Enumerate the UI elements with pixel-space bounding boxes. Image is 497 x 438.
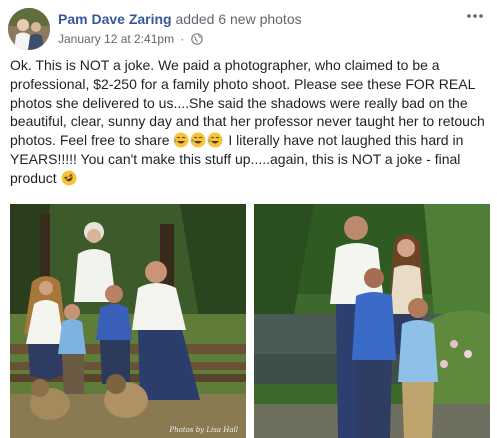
grinning-sweat-emoji	[173, 132, 189, 148]
photo-watermark: Photos by Lisa Hall	[169, 426, 238, 434]
post-timestamp[interactable]: January 12 at 2:41pm	[58, 32, 174, 46]
globe-icon[interactable]	[190, 33, 203, 48]
rolling-laughing-emoji	[61, 170, 77, 186]
post-meta: January 12 at 2:41pm ·	[58, 32, 203, 48]
post-message: Ok. This is NOT a joke. We paid a photog…	[10, 56, 488, 188]
photo-1[interactable]: Photos by Lisa Hall	[10, 204, 246, 438]
more-options-icon[interactable]	[465, 8, 485, 24]
post-title-line: Pam Dave Zaring added 6 new photos	[58, 11, 302, 27]
post-header: Pam Dave Zaring added 6 new photos Janua…	[8, 6, 489, 50]
grinning-sweat-emoji	[190, 132, 206, 148]
author-avatar[interactable]	[8, 8, 50, 50]
facebook-post: Pam Dave Zaring added 6 new photos Janua…	[0, 0, 497, 438]
author-name-link[interactable]: Pam Dave Zaring	[58, 11, 172, 27]
grinning-sweat-emoji	[207, 132, 223, 148]
meta-separator: ·	[180, 32, 185, 46]
post-action-text: added 6 new photos	[175, 11, 302, 27]
photo-grid: Photos by Lisa Hall	[10, 204, 490, 438]
photo-2[interactable]	[254, 204, 490, 438]
